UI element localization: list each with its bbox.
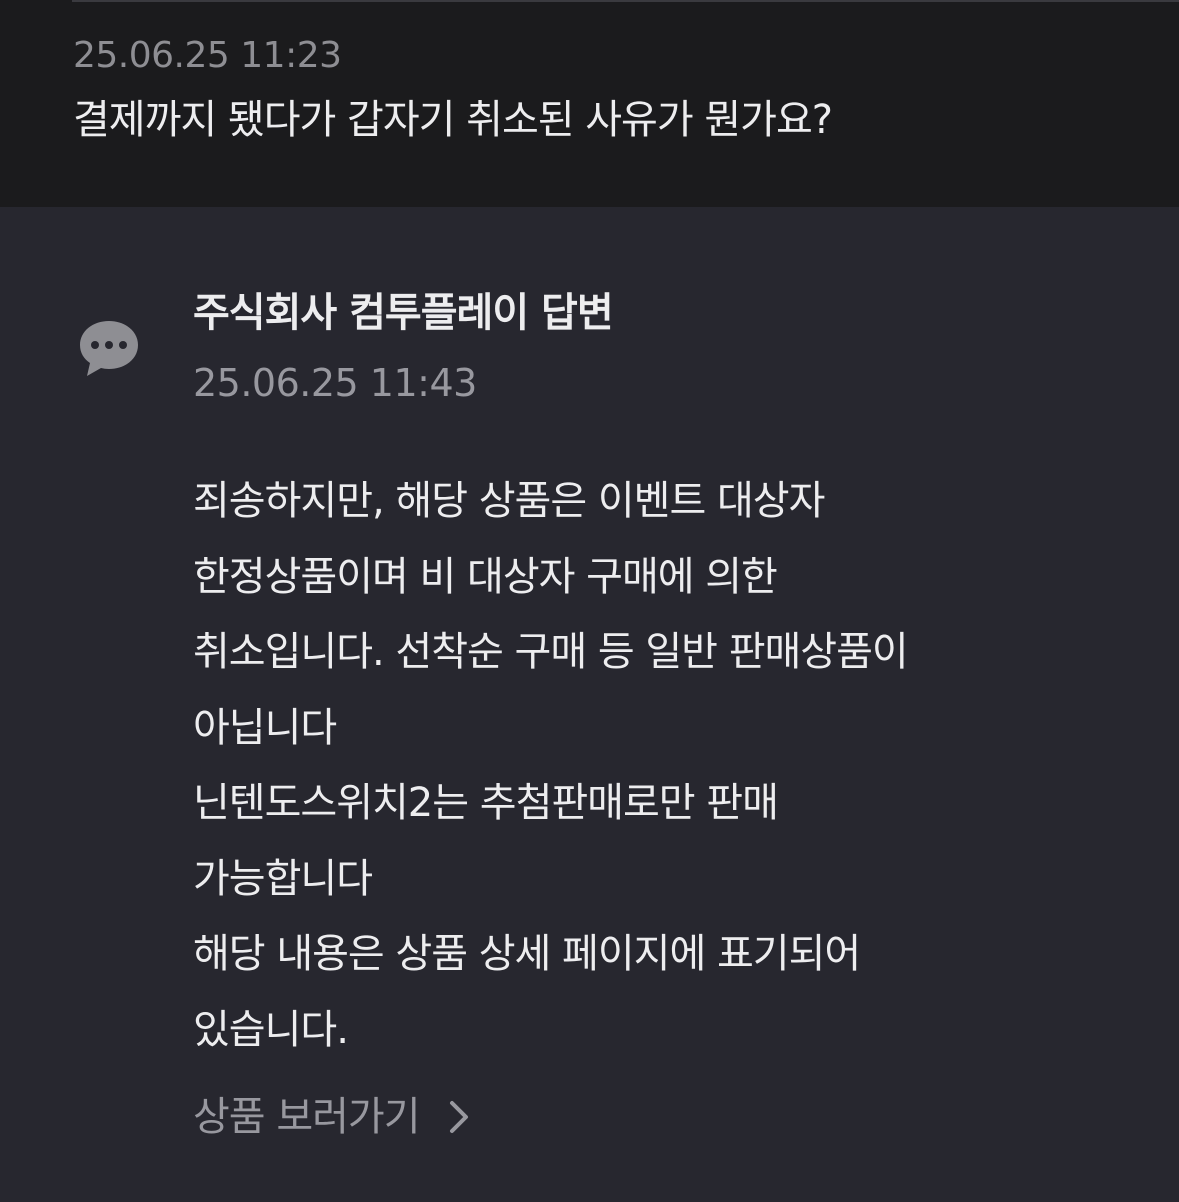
answer-body: 죄송하지만, 해당 상품은 이벤트 대상자 한정상품이며 비 대상자 구매에 의…: [193, 464, 1133, 1068]
question-timestamp: 25.06.25 11:23: [73, 35, 342, 76]
chat-bubble-icon: [80, 321, 138, 376]
view-product-link[interactable]: 상품 보러가기: [193, 1087, 472, 1147]
question-section: 25.06.25 11:23 결제까지 됐다가 갑자기 취소된 사유가 뭔가요?: [0, 0, 1179, 207]
view-product-label: 상품 보러가기: [193, 1094, 421, 1140]
top-divider: [72, 0, 1179, 2]
chevron-right-icon: [449, 1101, 468, 1133]
answer-line: 한정상품이며 비 대상자 구매에 의한: [193, 553, 778, 600]
answer-line: 해당 내용은 상품 상세 페이지에 표기되어: [193, 931, 861, 977]
answer-title: 주식회사 컴투플레이 답변: [193, 290, 614, 336]
answer-line: 아닙니다: [193, 704, 337, 751]
answer-line: 죄송하지만, 해당 상품은 이벤트 대상자: [193, 478, 825, 524]
answer-line: 취소입니다. 선착순 구매 등 일반 판매상품이: [193, 629, 909, 675]
answer-timestamp: 25.06.25 11:43: [193, 361, 477, 405]
answer-line: 가능합니다: [193, 855, 373, 902]
answer-section: 주식회사 컴투플레이 답변 25.06.25 11:43 죄송하지만, 해당 상…: [0, 207, 1179, 1202]
question-text: 결제까지 됐다가 갑자기 취소된 사유가 뭔가요?: [73, 97, 833, 143]
answer-line: 있습니다.: [193, 1006, 349, 1053]
answer-line: 닌텐도스위치2는 추첨판매로만 판매: [193, 780, 779, 826]
